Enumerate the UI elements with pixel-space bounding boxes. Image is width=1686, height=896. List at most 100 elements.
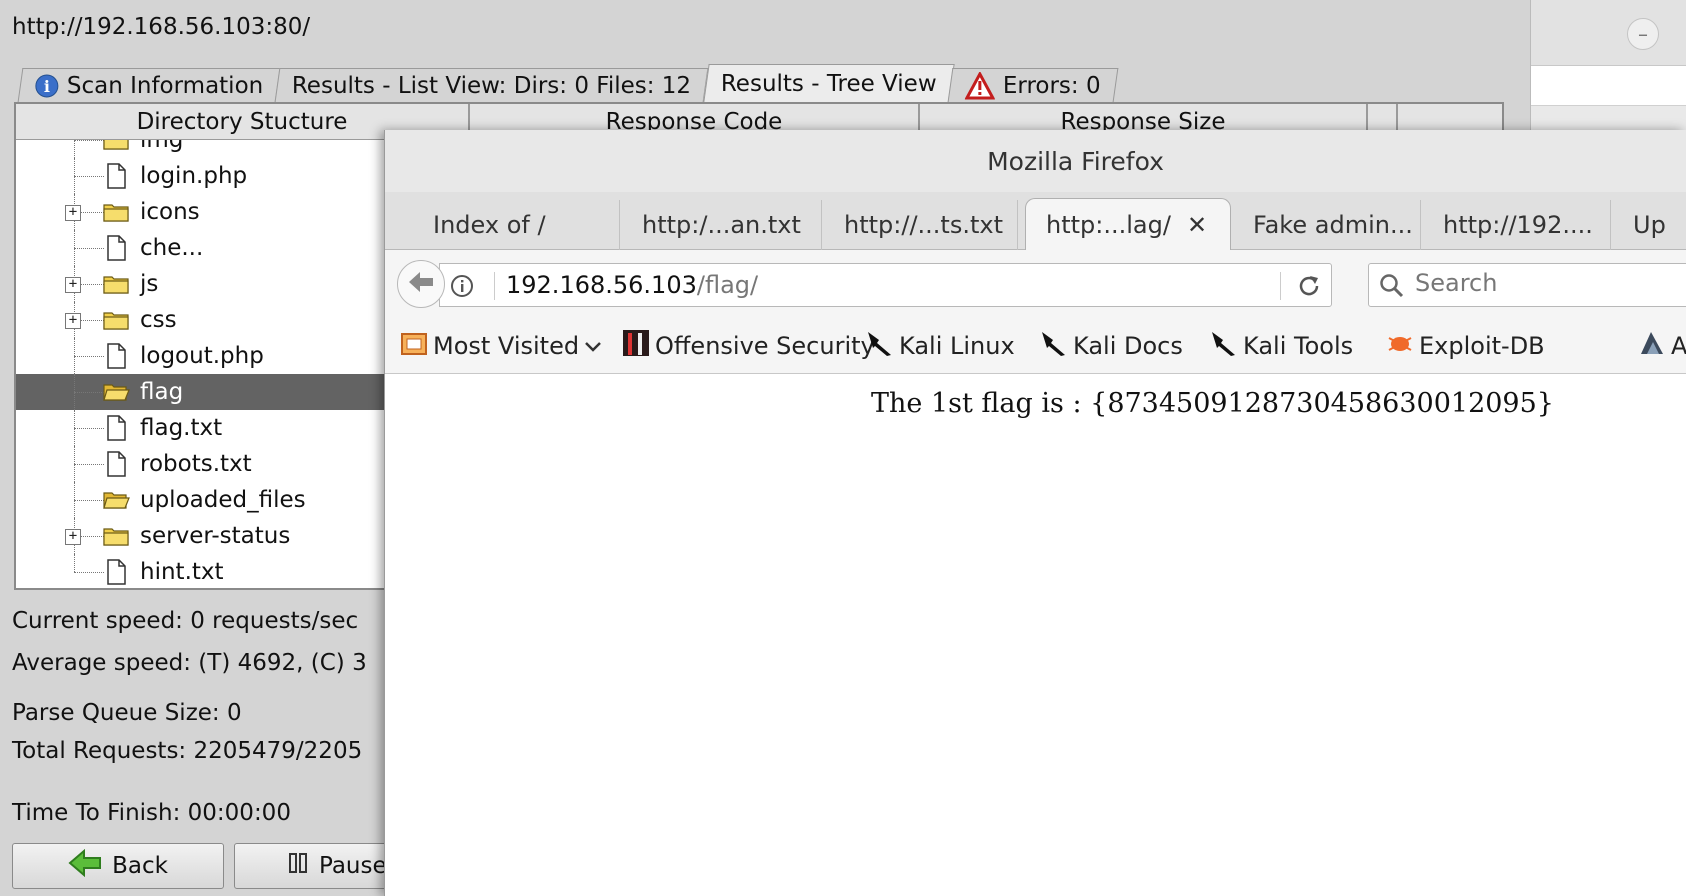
tab-fake-admin[interactable]: Fake admin... bbox=[1231, 200, 1421, 250]
tree-item-label: flag.txt bbox=[140, 415, 223, 441]
url-separator bbox=[494, 272, 495, 300]
url-host: 192.168.56.103 bbox=[506, 271, 697, 299]
back-arrow-icon bbox=[68, 848, 102, 883]
tree-branch-line bbox=[74, 572, 104, 573]
tree-branch-line bbox=[74, 140, 104, 141]
tab-up[interactable]: Up bbox=[1611, 200, 1686, 250]
bookmark-kali-docs[interactable]: Kali Docs bbox=[1039, 328, 1183, 364]
back-label: Back bbox=[112, 853, 168, 879]
offsec-icon bbox=[621, 328, 651, 364]
bookmark-label: Kali Tools bbox=[1243, 332, 1354, 360]
folder-open-icon bbox=[102, 378, 130, 406]
bookmark-label: Exploit-DB bbox=[1419, 332, 1545, 360]
tab-errors[interactable]: Errors: 0 bbox=[948, 68, 1119, 102]
kali-icon bbox=[1039, 328, 1069, 364]
tab-results-list-view[interactable]: Results - List View: Dirs: 0 Files: 12 bbox=[274, 68, 709, 102]
tree-item-label: flag bbox=[140, 379, 184, 405]
tree-item-label: uploaded_files bbox=[140, 487, 306, 513]
svg-text:i: i bbox=[44, 77, 50, 96]
search-box[interactable] bbox=[1368, 263, 1686, 307]
search-input[interactable] bbox=[1415, 269, 1686, 297]
tree-branch-line bbox=[74, 356, 104, 357]
file-icon bbox=[102, 162, 130, 190]
aircrack-icon bbox=[1637, 328, 1667, 364]
tab-label: Index of / bbox=[433, 211, 546, 239]
tree-item-label: js bbox=[140, 271, 159, 297]
folder-icon bbox=[102, 140, 130, 154]
bookmark-label: Kali Linux bbox=[899, 332, 1015, 360]
back-nav-button[interactable] bbox=[397, 260, 445, 308]
tree-guide-line bbox=[74, 140, 75, 158]
tab-label: http://192.... bbox=[1443, 211, 1593, 239]
search-icon bbox=[1379, 273, 1405, 303]
exploitdb-icon bbox=[1385, 328, 1415, 364]
tab-label: Scan Information bbox=[66, 72, 264, 99]
url-text[interactable]: 192.168.56.103/flag/ bbox=[506, 271, 758, 299]
background-window-toolbar bbox=[1531, 66, 1686, 106]
expand-icon[interactable]: + bbox=[65, 277, 81, 293]
file-icon bbox=[102, 558, 130, 586]
expand-icon[interactable]: + bbox=[65, 205, 81, 221]
tab-label: http:...lag/ bbox=[1046, 211, 1171, 239]
bookmark-label: Kali Docs bbox=[1073, 332, 1183, 360]
tab-an-txt[interactable]: http:/...an.txt bbox=[620, 200, 822, 250]
tree-branch-line bbox=[74, 464, 104, 465]
tab-label: http:/...an.txt bbox=[642, 211, 801, 239]
tab-index-of[interactable]: Index of / bbox=[385, 200, 620, 250]
tab-flag[interactable]: http:...lag/ ✕ bbox=[1025, 198, 1231, 251]
bookmark-kali-tools[interactable]: Kali Tools bbox=[1209, 328, 1353, 364]
tab-http-192[interactable]: http://192.... bbox=[1421, 200, 1611, 250]
arrow-left-icon bbox=[407, 270, 435, 298]
reload-icon[interactable] bbox=[1296, 273, 1322, 303]
background-window-titlebar bbox=[1531, 0, 1686, 66]
tab-scan-information[interactable]: i Scan Information bbox=[17, 68, 281, 102]
flag-text: The 1st flag is : {873450912873045863001… bbox=[871, 388, 1554, 419]
minimize-button[interactable]: – bbox=[1627, 18, 1659, 50]
tab-label: Results - List View: Dirs: 0 Files: 12 bbox=[292, 72, 692, 99]
firefox-titlebar[interactable]: Mozilla Firefox bbox=[385, 130, 1686, 192]
average-speed: Average speed: (T) 4692, (C) 3 bbox=[12, 650, 367, 676]
url-path: /flag/ bbox=[696, 271, 759, 299]
bookmark-aircrack[interactable]: A bbox=[1637, 328, 1686, 364]
warning-icon bbox=[965, 71, 996, 100]
close-tab-icon[interactable]: ✕ bbox=[1187, 211, 1207, 239]
expand-icon[interactable]: + bbox=[65, 313, 81, 329]
tree-item-label: server-status bbox=[140, 523, 291, 549]
kali-icon bbox=[1209, 328, 1239, 364]
window-title: Mozilla Firefox bbox=[987, 146, 1164, 176]
expand-icon[interactable]: + bbox=[65, 529, 81, 545]
target-url: http://192.168.56.103:80/ bbox=[12, 14, 311, 40]
total-requests: Total Requests: 2205479/2205 bbox=[12, 738, 363, 764]
folder-icon bbox=[102, 198, 130, 226]
file-icon bbox=[102, 234, 130, 262]
file-icon bbox=[102, 342, 130, 370]
kali-icon bbox=[865, 328, 895, 364]
page-content: The 1st flag is : {873450912873045863001… bbox=[385, 374, 1686, 896]
url-bar[interactable]: 192.168.56.103/flag/ bbox=[439, 263, 1332, 307]
folder-icon bbox=[102, 306, 130, 334]
folder-icon bbox=[102, 522, 130, 550]
bookmark-kali-linux[interactable]: Kali Linux bbox=[865, 328, 1015, 364]
tab-ts-txt[interactable]: http://...ts.txt bbox=[822, 200, 1018, 250]
url-separator-right bbox=[1280, 272, 1281, 300]
chevron-down-icon bbox=[583, 332, 603, 360]
back-button[interactable]: Back bbox=[12, 843, 224, 889]
most-visited-icon bbox=[399, 328, 429, 364]
pause-icon bbox=[287, 852, 309, 880]
parse-queue-size: Parse Queue Size: 0 bbox=[12, 700, 242, 726]
dirbuster-tabs: i Scan Information Results - List View: … bbox=[17, 62, 1119, 102]
bookmark-most-visited[interactable]: Most Visited bbox=[399, 328, 603, 364]
bookmark-label: Offensive Security bbox=[655, 332, 875, 360]
site-info-icon[interactable] bbox=[450, 274, 474, 302]
tab-label: http://...ts.txt bbox=[844, 211, 1003, 239]
tab-label: Up bbox=[1633, 211, 1666, 239]
tree-guide-line bbox=[74, 554, 75, 572]
file-icon bbox=[102, 414, 130, 442]
tree-item-label: hint.txt bbox=[140, 559, 224, 585]
bookmark-offensive-security[interactable]: Offensive Security bbox=[621, 328, 875, 364]
navigation-toolbar: 192.168.56.103/flag/ bbox=[385, 250, 1686, 318]
tab-label: Fake admin... bbox=[1253, 211, 1413, 239]
bookmark-exploit-db[interactable]: Exploit-DB bbox=[1385, 328, 1545, 364]
tab-results-tree-view[interactable]: Results - Tree View bbox=[702, 64, 955, 102]
bookmark-label: Most Visited bbox=[433, 332, 580, 360]
